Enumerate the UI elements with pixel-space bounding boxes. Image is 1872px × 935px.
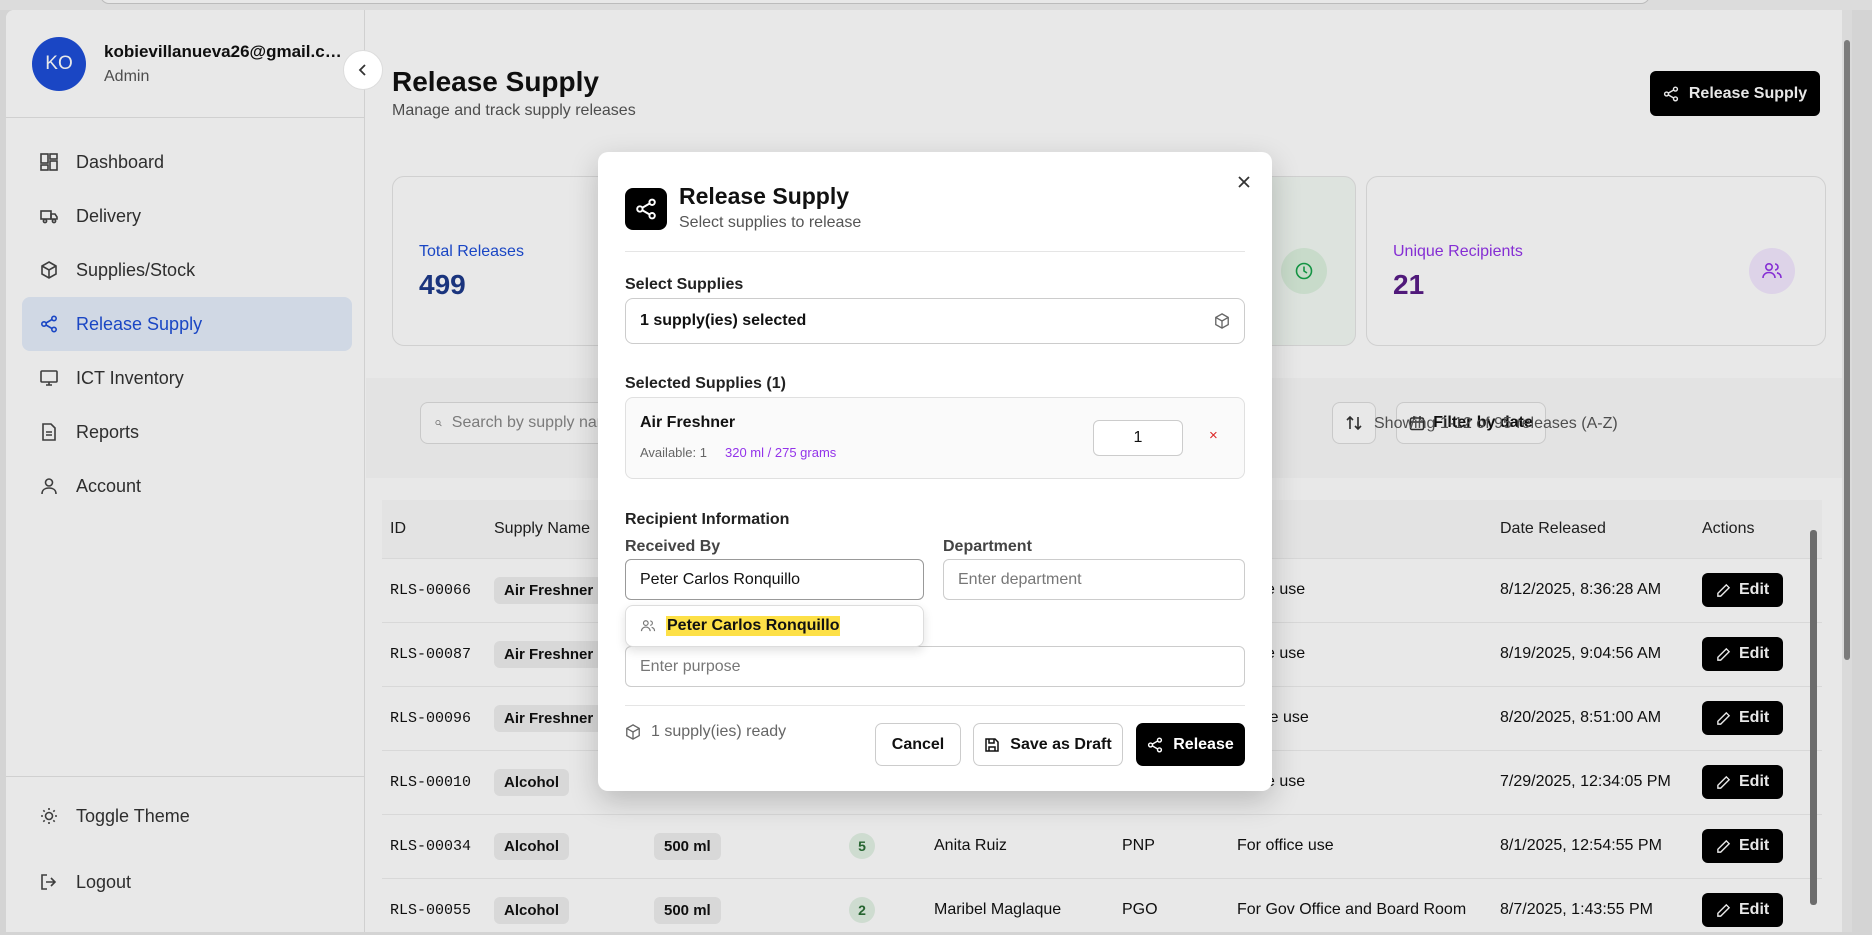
selected-supply-unit: 320 ml / 275 grams (725, 445, 837, 460)
received-by-input[interactable]: Peter Carlos Ronquillo (625, 559, 924, 600)
received-by-label: Received By (625, 538, 721, 555)
box-icon (626, 724, 640, 740)
recipient-suggestion[interactable]: Peter Carlos Ronquillo (625, 605, 924, 647)
footer-status: 1 supply(ies) ready (625, 723, 786, 741)
save-icon (985, 737, 1000, 752)
release-supply-modal: Release Supply Select supplies to releas… (598, 152, 1272, 791)
suggestion-text: Peter Carlos Ronquillo (666, 616, 841, 636)
modal-title: Release Supply (679, 183, 850, 209)
save-draft-label: Save as Draft (1010, 735, 1112, 753)
purpose-input[interactable]: Enter purpose (625, 646, 1245, 687)
selected-supply-name: Air Freshner (640, 414, 736, 431)
modal-divider (625, 251, 1245, 252)
select-supplies-label: Select Supplies (625, 276, 744, 293)
selected-supplies-header: Selected Supplies (1) (625, 375, 786, 392)
chevron-left-icon (358, 64, 366, 76)
selected-supply-available: Available: 1 (640, 445, 707, 460)
remove-supply-button[interactable]: × (1209, 427, 1218, 444)
release-button[interactable]: Release (1136, 723, 1245, 766)
select-supplies-dropdown[interactable]: 1 supply(ies) selected (625, 298, 1245, 344)
release-label: Release (1173, 735, 1234, 753)
share-icon (1148, 736, 1163, 753)
modal-footer-divider (625, 705, 1245, 706)
cancel-label: Cancel (891, 735, 945, 753)
box-icon (1215, 313, 1229, 329)
department-label: Department (943, 538, 1032, 555)
modal-subtitle: Select supplies to release (679, 214, 862, 231)
close-icon[interactable] (1231, 169, 1257, 195)
recipient-info-header: Recipient Information (625, 511, 790, 528)
select-supplies-value: 1 supply(ies) selected (640, 312, 807, 329)
collapse-sidebar-button[interactable] (343, 50, 383, 90)
share-icon (625, 188, 667, 230)
selected-supply-item: Air Freshner Available: 1 320 ml / 275 g… (625, 397, 1245, 479)
footer-status-text: 1 supply(ies) ready (651, 723, 787, 740)
cancel-button[interactable]: Cancel (875, 723, 961, 766)
users-icon (640, 620, 656, 632)
save-draft-button[interactable]: Save as Draft (973, 723, 1123, 766)
department-input[interactable]: Enter department (943, 559, 1245, 600)
quantity-input[interactable]: 1 (1093, 420, 1183, 456)
